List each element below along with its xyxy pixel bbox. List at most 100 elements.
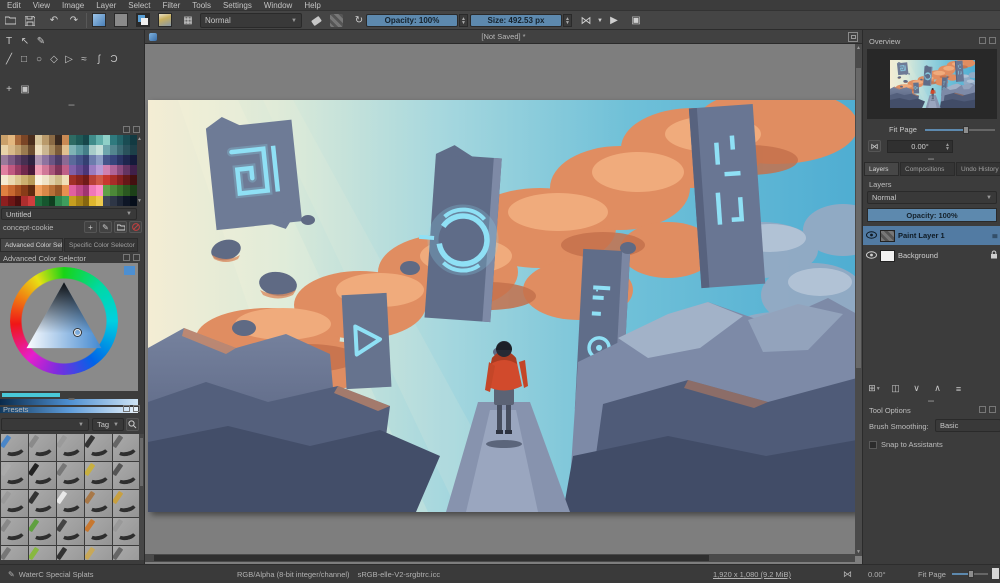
statusbar-zoom-slider[interactable]: [952, 573, 988, 575]
tab-compositions[interactable]: Compositions: [900, 162, 955, 176]
palette-swatch[interactable]: [35, 196, 42, 206]
brush-preset[interactable]: [57, 518, 84, 545]
palette-swatch[interactable]: [62, 175, 69, 185]
tab-layers[interactable]: Layers: [864, 162, 899, 176]
palette-swatch[interactable]: [103, 175, 110, 185]
polygon-tool-icon[interactable]: ◇: [47, 52, 61, 66]
palette-swatch[interactable]: [49, 185, 56, 195]
palette-swatch[interactable]: [76, 155, 83, 165]
search-icon[interactable]: [126, 418, 139, 431]
palette-swatch[interactable]: [1, 155, 8, 165]
palette-swatch[interactable]: [35, 165, 42, 175]
undo-icon[interactable]: ↶: [46, 13, 62, 28]
edit-palette-button[interactable]: ✎: [99, 221, 112, 233]
add-layer-button[interactable]: ⊞▼: [867, 382, 882, 395]
layer-visibility-icon[interactable]: [866, 231, 877, 241]
palette-swatch[interactable]: [28, 196, 35, 206]
palette-swatch[interactable]: [110, 145, 117, 155]
scroll-down-icon[interactable]: ▼: [855, 548, 862, 556]
palette-swatch[interactable]: [21, 175, 28, 185]
palette-swatch[interactable]: [117, 165, 124, 175]
brush-preset[interactable]: [29, 518, 56, 545]
statusbar-angle[interactable]: 0.00°: [868, 570, 886, 579]
dock-grip[interactable]: ▬: [0, 396, 144, 402]
menu-edit[interactable]: Edit: [2, 1, 26, 10]
palette-swatch[interactable]: [83, 175, 90, 185]
palette-swatch[interactable]: [110, 196, 117, 206]
brush-preset[interactable]: [113, 518, 139, 545]
palette-swatch[interactable]: [62, 155, 69, 165]
brush-preset[interactable]: [29, 490, 56, 517]
pattern-icon[interactable]: [114, 13, 128, 27]
palette-swatch[interactable]: [123, 175, 130, 185]
add-swatch-button[interactable]: +: [84, 221, 97, 233]
brush-preset[interactable]: [1, 434, 28, 461]
snap-assistants-checkbox[interactable]: [869, 441, 877, 449]
palette-swatch[interactable]: [110, 165, 117, 175]
palette-swatch[interactable]: [1, 185, 8, 195]
palette-swatch[interactable]: [21, 135, 28, 145]
palette-swatch[interactable]: [1, 145, 8, 155]
brush-preset[interactable]: [113, 490, 139, 517]
smoothing-select[interactable]: Basic: [935, 419, 1000, 432]
palette-swatch[interactable]: [49, 196, 56, 206]
lock-icon[interactable]: [990, 250, 998, 261]
palette-swatch[interactable]: [62, 135, 69, 145]
palette-swatch[interactable]: [76, 165, 83, 175]
dock-grip[interactable]: ▬: [863, 398, 1000, 404]
palette-swatch[interactable]: [1, 175, 8, 185]
palette-swatch[interactable]: [123, 185, 130, 195]
palette-swatch[interactable]: [89, 175, 96, 185]
palette-swatch[interactable]: [42, 185, 49, 195]
dock-grip[interactable]: ▬: [0, 102, 144, 108]
brush-preset[interactable]: [113, 462, 139, 489]
move-tool-icon[interactable]: +: [2, 82, 16, 96]
canvas-titlebar[interactable]: [Not Saved] *: [145, 30, 862, 44]
bezier-curve-tool-icon[interactable]: ≈: [77, 52, 91, 66]
scroll-up-icon[interactable]: ▲: [855, 44, 862, 52]
color-selector-panel-controls[interactable]: [123, 254, 140, 261]
brush-preset[interactable]: [57, 546, 84, 560]
palette-swatch[interactable]: [35, 155, 42, 165]
wrap-around-icon[interactable]: ▶: [606, 13, 622, 28]
brush-preset[interactable]: [85, 462, 112, 489]
tab-undo-history[interactable]: Undo History: [956, 162, 1000, 176]
palette-swatch[interactable]: [62, 165, 69, 175]
fg-bg-color-icon[interactable]: [136, 13, 150, 27]
palette-swatch[interactable]: [49, 165, 56, 175]
palette-swatch[interactable]: [69, 165, 76, 175]
palette-swatch[interactable]: [117, 196, 124, 206]
palette-swatch[interactable]: [130, 145, 137, 155]
ellipse-tool-icon[interactable]: ○: [32, 52, 46, 66]
palette-swatch[interactable]: [8, 135, 15, 145]
palette-swatch[interactable]: [35, 135, 42, 145]
palette-swatch[interactable]: [110, 185, 117, 195]
palette-swatch[interactable]: [8, 175, 15, 185]
palette-swatch[interactable]: [89, 165, 96, 175]
palette-swatch[interactable]: [42, 175, 49, 185]
palette-swatch[interactable]: [130, 185, 137, 195]
palette-swatch[interactable]: [103, 165, 110, 175]
tool-options-panel-controls[interactable]: [979, 406, 996, 413]
tab-advanced-color-selector[interactable]: Advanced Color Selector: [0, 238, 63, 252]
layer-row-paint-layer-1[interactable]: Paint Layer 1≣: [863, 226, 1000, 245]
preserve-alpha-icon[interactable]: [330, 14, 343, 27]
palette-swatch[interactable]: [15, 175, 22, 185]
reload-icon[interactable]: ↻: [351, 13, 367, 28]
palette-swatch[interactable]: [76, 185, 83, 195]
palette-swatch[interactable]: [117, 185, 124, 195]
current-brush[interactable]: ✎ WaterC Special Splats: [8, 570, 93, 579]
mirror-icon[interactable]: ⋈: [578, 13, 594, 28]
blend-mode-select[interactable]: Normal ▼: [200, 13, 302, 28]
palette-swatch[interactable]: [83, 185, 90, 195]
palette-swatch[interactable]: [123, 135, 130, 145]
palette-swatch[interactable]: [42, 145, 49, 155]
snap-assistants-row[interactable]: Snap to Assistants: [869, 440, 943, 449]
palette-swatch[interactable]: [35, 185, 42, 195]
overview-thumbnail[interactable]: [867, 49, 997, 119]
palette-swatch[interactable]: [83, 165, 90, 175]
menu-image[interactable]: Image: [57, 1, 89, 10]
palette-swatch[interactable]: [15, 145, 22, 155]
overview-zoom-slider[interactable]: [925, 129, 995, 131]
palette-swatch[interactable]: [55, 145, 62, 155]
